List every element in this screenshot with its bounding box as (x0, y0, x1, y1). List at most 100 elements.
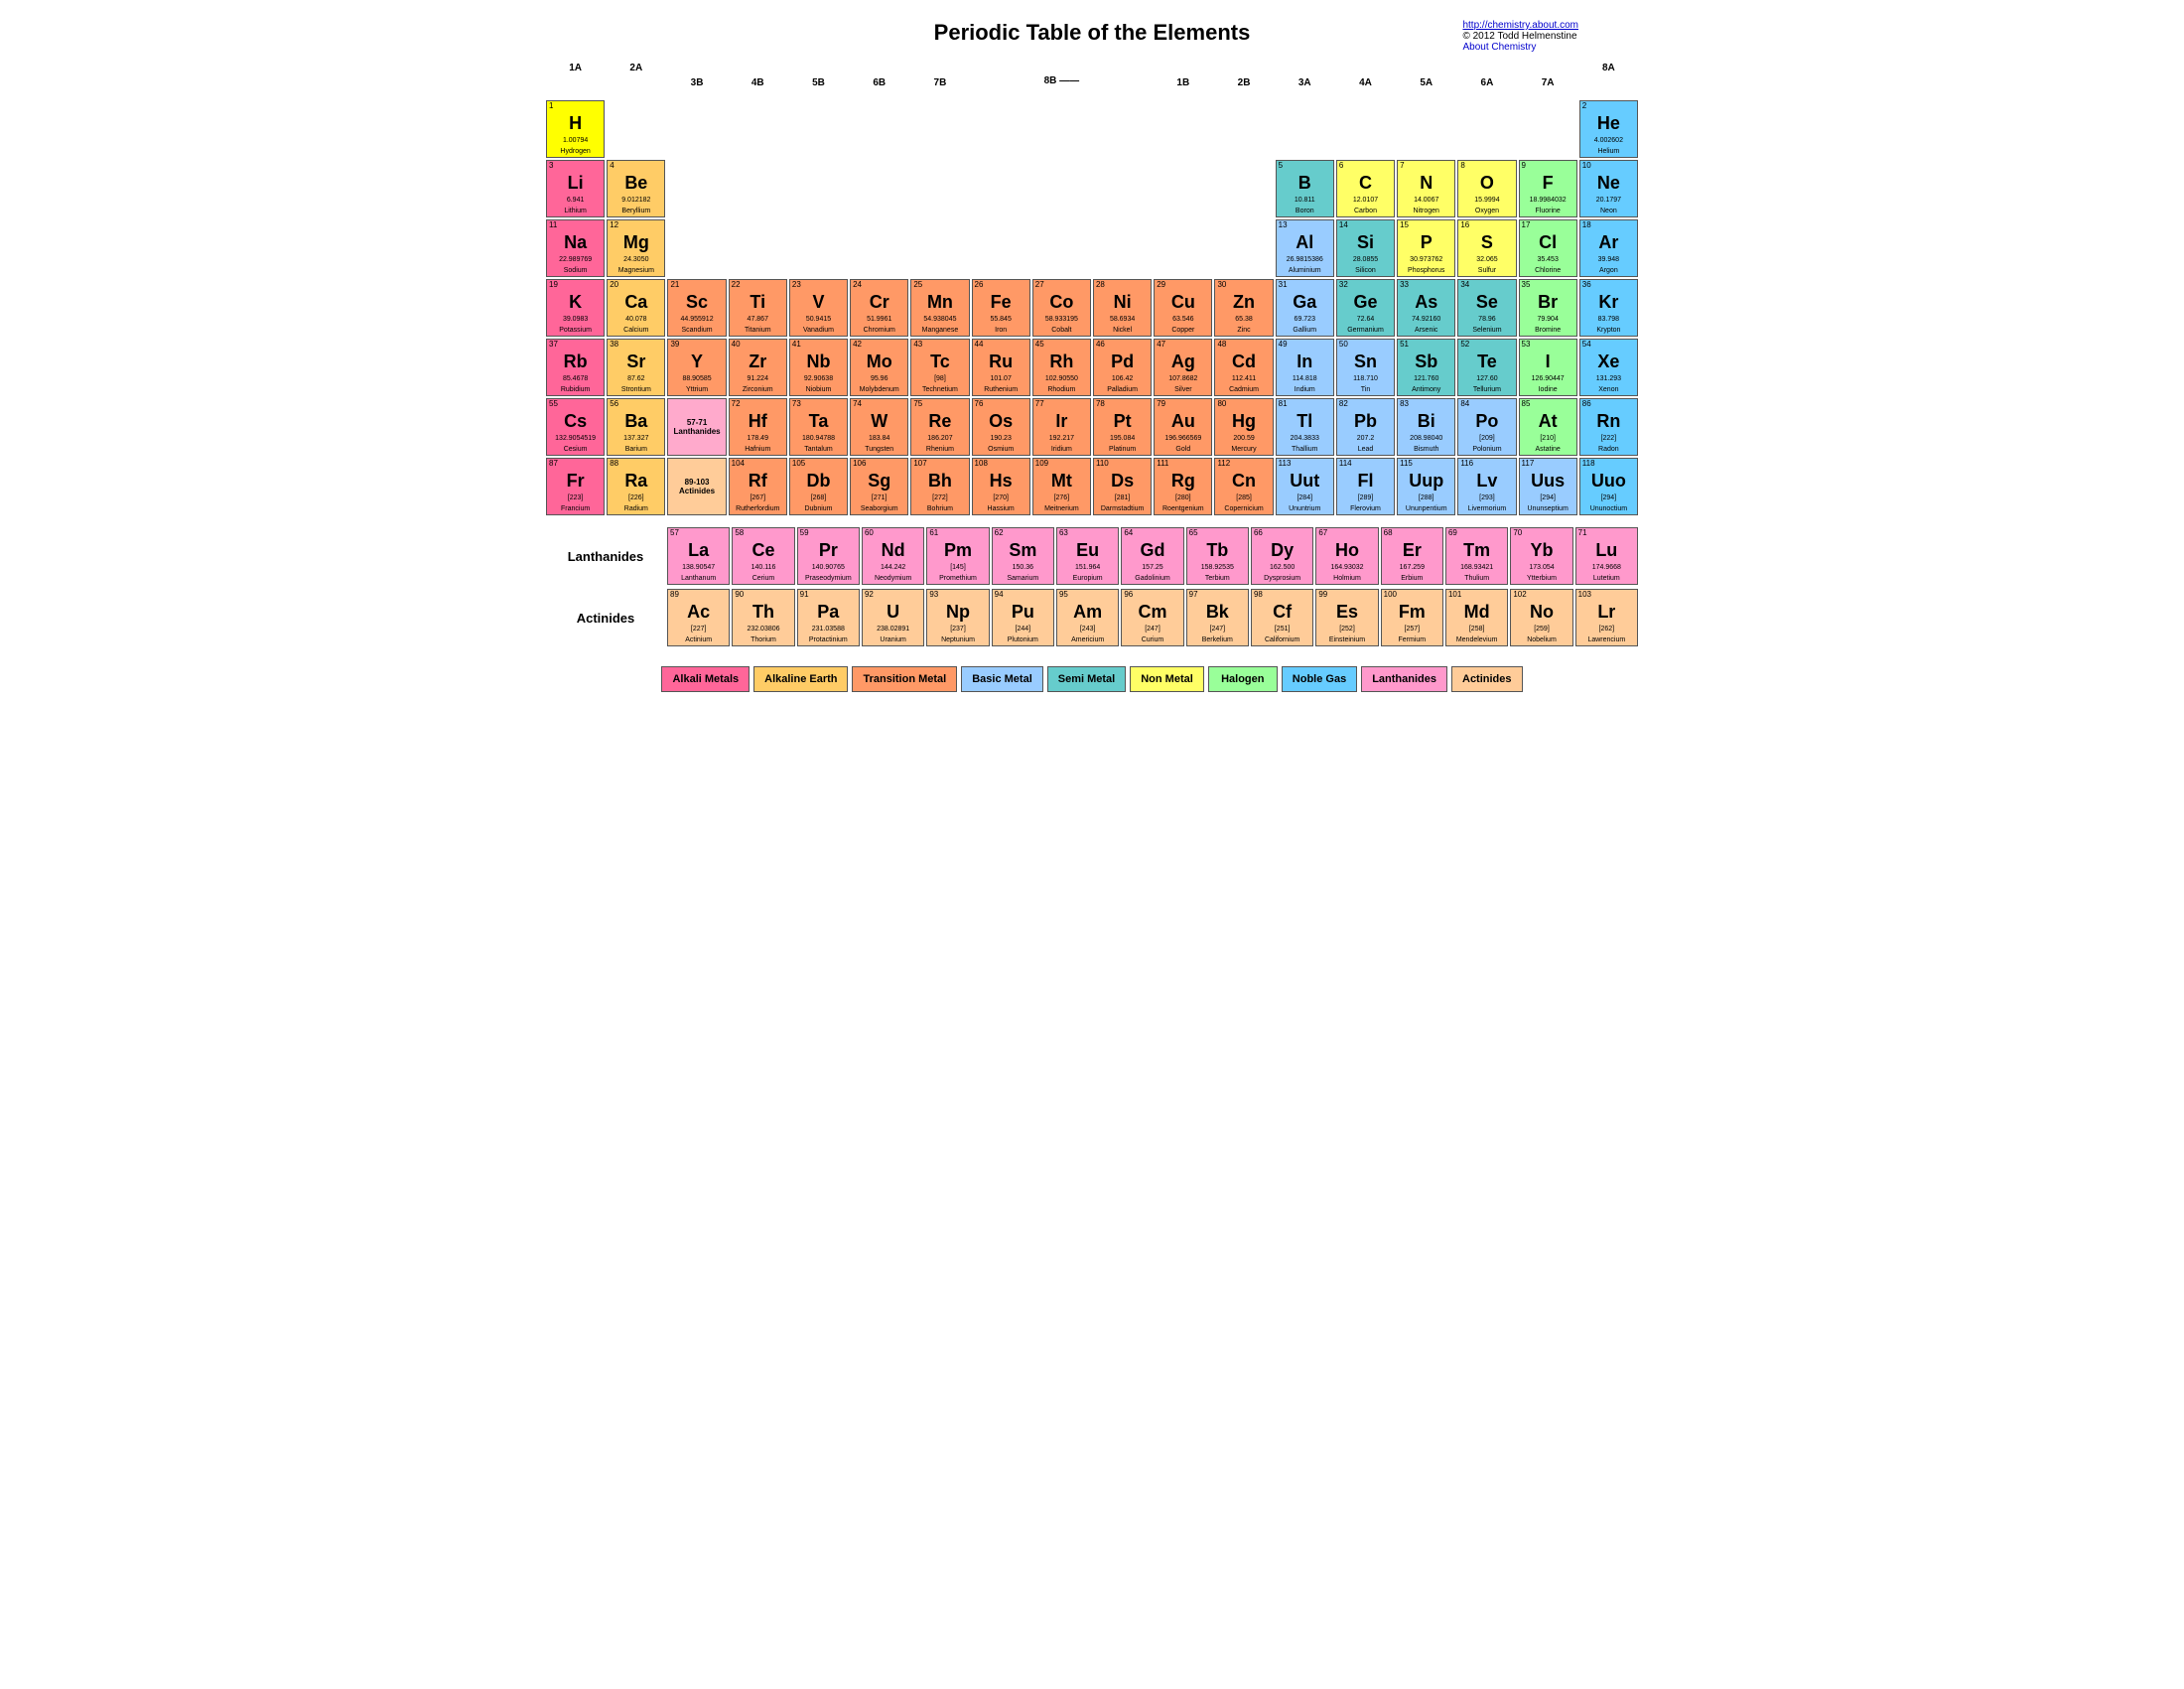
element-Ru: 44 Ru 101.07 Ruthenium (972, 339, 1030, 396)
empty-h10 (1214, 61, 1273, 75)
element-Rf: 104 Rf [267] Rutherfordium (729, 458, 787, 515)
empty-p2-8 (972, 160, 1030, 217)
element-Be: 4 Be 9.012182 Beryllium (607, 160, 665, 217)
element-Hg: 80 Hg 200.59 Mercury (1214, 398, 1273, 456)
header-link[interactable]: http://chemistry.about.com (1462, 20, 1578, 31)
lanthanides-row: Lanthanides 57 La 138.90547 Lanthanum 58… (546, 527, 1638, 585)
lanthanides-label: Lanthanides (546, 527, 665, 585)
legend-alkali-metals: Alkali Metals (661, 666, 750, 692)
element-Co: 27 Co 58.933195 Cobalt (1032, 279, 1091, 337)
element-Sn: 50 Sn 118.710 Tin (1336, 339, 1395, 396)
element-Rn: 86 Rn [222] Radon (1579, 398, 1638, 456)
empty-p2-4 (729, 160, 787, 217)
group-6b: 6B (850, 75, 908, 90)
element-Se: 34 Se 78.96 Selenium (1457, 279, 1516, 337)
element-H: 1 H 1.00794 Hydrogen (546, 100, 605, 158)
group-7b: 7B (910, 75, 969, 90)
element-Ba: 56 Ba 137.327 Barium (607, 398, 665, 456)
empty-p2-5 (789, 160, 848, 217)
element-La: 57 La 138.90547 Lanthanum (667, 527, 730, 585)
element-Eu: 63 Eu 151.964 Europium (1056, 527, 1119, 585)
element-Pd: 46 Pd 106.42 Palladium (1093, 339, 1152, 396)
element-Xe: 54 Xe 131.293 Xenon (1579, 339, 1638, 396)
element-Pu: 94 Pu [244] Plutonium (992, 589, 1054, 646)
empty-p3-9 (1032, 219, 1091, 277)
element-As: 33 As 74.92160 Arsenic (1397, 279, 1455, 337)
element-In: 49 In 114.818 Indium (1276, 339, 1334, 396)
element-Gd: 64 Gd 157.25 Gadolinium (1121, 527, 1183, 585)
element-Y: 39 Y 88.90585 Yttrium (667, 339, 726, 396)
element-He: 2 He 4.002602 Helium (1579, 100, 1638, 158)
element-Rg: 111 Rg [280] Roentgenium (1154, 458, 1212, 515)
element-Ra: 88 Ra [226] Radium (607, 458, 665, 515)
element-Ds: 110 Ds [281] Darmstadtium (1093, 458, 1152, 515)
element-Mt: 109 Mt [276] Meitnerium (1032, 458, 1091, 515)
element-Sm: 62 Sm 150.36 Samarium (992, 527, 1054, 585)
element-Br: 35 Br 79.904 Bromine (1519, 279, 1577, 337)
element-Mg: 12 Mg 24.3050 Magnesium (607, 219, 665, 277)
group-1a: 1A (546, 61, 605, 75)
empty-p1-3 (667, 100, 726, 158)
empty-p1-13 (1276, 100, 1334, 158)
actinides-row: Actinides 89 Ac [227] Actinium 90 Th 232… (546, 589, 1638, 646)
element-Md: 101 Md [258] Mendelevium (1445, 589, 1508, 646)
element-Sb: 51 Sb 121.760 Antimony (1397, 339, 1455, 396)
element-Ac-placeholder: 89-103Actinides (667, 458, 726, 515)
element-Cu: 29 Cu 63.546 Copper (1154, 279, 1212, 337)
empty-p3-10 (1093, 219, 1152, 277)
empty-h9 (1154, 61, 1212, 75)
legend-alkaline-earth: Alkaline Earth (753, 666, 848, 692)
legend-transition-metal: Transition Metal (852, 666, 957, 692)
element-Mo: 42 Mo 95.96 Molybdenum (850, 339, 908, 396)
element-B: 5 B 10.811 Boron (1276, 160, 1334, 217)
group-headers: 1A 2A 8A (546, 61, 1638, 75)
empty-h12 (1336, 61, 1395, 75)
empty-p3-6 (850, 219, 908, 277)
element-Dy: 66 Dy 162.500 Dysprosium (1251, 527, 1313, 585)
element-Al: 13 Al 26.9815386 Aluminium (1276, 219, 1334, 277)
element-Tl: 81 Tl 204.3833 Thallium (1276, 398, 1334, 456)
legend-actinides: Actinides (1451, 666, 1523, 692)
actinides-label: Actinides (546, 589, 665, 646)
group-3b: 3B (667, 75, 726, 90)
element-Bh: 107 Bh [272] Bohrium (910, 458, 969, 515)
element-Tb: 65 Tb 158.92535 Terbium (1186, 527, 1249, 585)
element-Te: 52 Te 127.60 Tellurium (1457, 339, 1516, 396)
element-Sr: 38 Sr 87.62 Strontium (607, 339, 665, 396)
element-Ni: 28 Ni 58.6934 Nickel (1093, 279, 1152, 337)
empty-p3-11 (1154, 219, 1212, 277)
empty-p1-5 (789, 100, 848, 158)
periodic-table: Periodic Table of the Elements http://ch… (546, 20, 1638, 692)
element-Pr: 59 Pr 140.90765 Praseodymium (797, 527, 860, 585)
element-Nb: 41 Nb 92.90638 Niobium (789, 339, 848, 396)
element-Ca: 20 Ca 40.078 Calcium (607, 279, 665, 337)
empty-h6 (972, 61, 1030, 75)
empty-p1-8 (972, 100, 1030, 158)
legend-halogen: Halogen (1208, 666, 1278, 692)
element-Mn: 25 Mn 54.938045 Manganese (910, 279, 969, 337)
group-5a: 5A (1397, 75, 1455, 90)
element-K: 19 K 39.0983 Potassium (546, 279, 605, 337)
group-6a: 6A (1457, 75, 1516, 90)
element-Sg: 106 Sg [271] Seaborgium (850, 458, 908, 515)
element-Cd: 48 Cd 112.411 Cadmium (1214, 339, 1273, 396)
element-Tm: 69 Tm 168.93421 Thulium (1445, 527, 1508, 585)
empty-p1-12 (1214, 100, 1273, 158)
header-info: http://chemistry.about.com © 2012 Todd H… (1462, 20, 1578, 53)
element-Fl: 114 Fl [289] Flerovium (1336, 458, 1395, 515)
element-Yb: 70 Yb 173.054 Ytterbium (1510, 527, 1572, 585)
legend: Alkali Metals Alkaline Earth Transition … (546, 666, 1638, 692)
element-Ta: 73 Ta 180.94788 Tantalum (789, 398, 848, 456)
element-I: 53 I 126.90447 Iodine (1519, 339, 1577, 396)
empty-h14 (1457, 61, 1516, 75)
empty-p3-7 (910, 219, 969, 277)
element-U: 92 U 238.02891 Uranium (862, 589, 924, 646)
element-Hf: 72 Hf 178.49 Hafnium (729, 398, 787, 456)
element-Cf: 98 Cf [251] Californium (1251, 589, 1313, 646)
empty-h7 (1032, 61, 1091, 75)
element-C: 6 C 12.0107 Carbon (1336, 160, 1395, 217)
element-Zr: 40 Zr 91.224 Zirconium (729, 339, 787, 396)
empty-p3-8 (972, 219, 1030, 277)
empty-p1-6 (850, 100, 908, 158)
element-Er: 68 Er 167.259 Erbium (1381, 527, 1443, 585)
